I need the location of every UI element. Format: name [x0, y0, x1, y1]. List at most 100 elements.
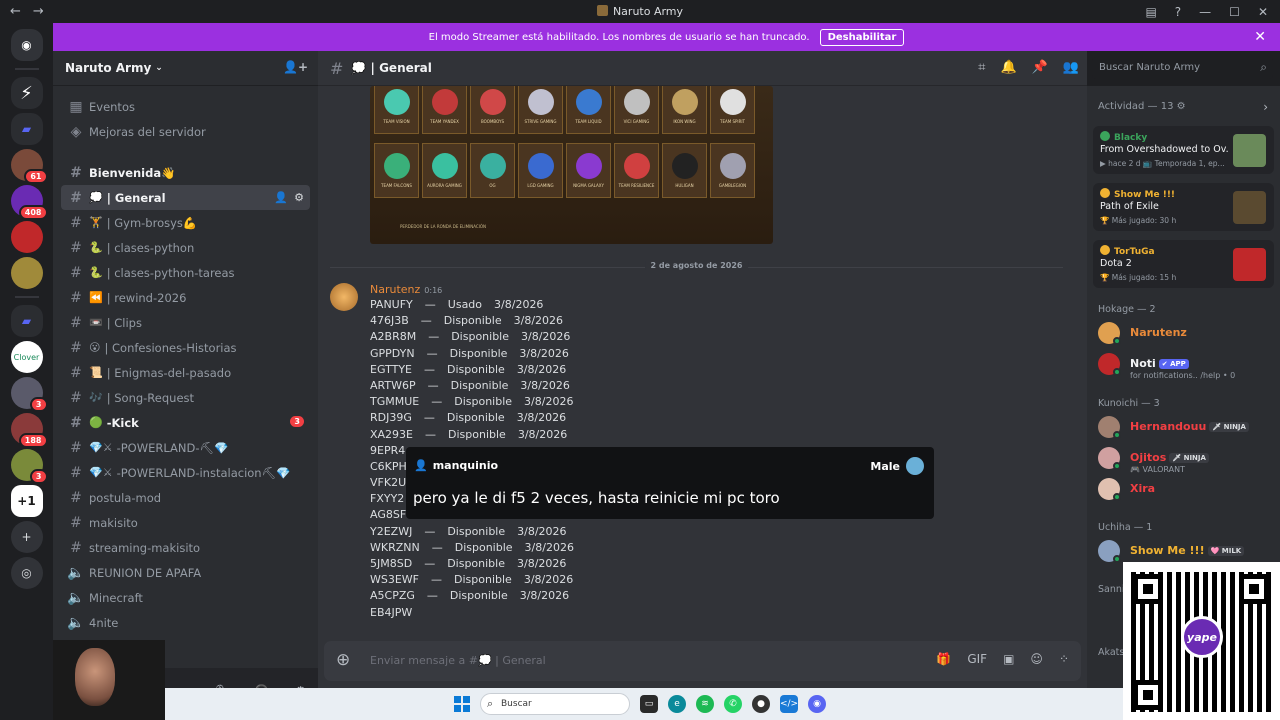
- channel-item[interactable]: # 📼 | Clips: [61, 310, 310, 335]
- channel-item[interactable]: 🔈 Minecraft: [61, 585, 310, 610]
- message-composer[interactable]: ⊕ Enviar mensaje a #💭 | General 🎁 GIF ▣ …: [324, 641, 1081, 681]
- member-item[interactable]: Xira: [1098, 478, 1273, 504]
- channel-label: | Clips: [106, 315, 142, 330]
- server-icon-lightning[interactable]: ⚡: [10, 77, 43, 109]
- channel-item[interactable]: # makisito: [61, 510, 310, 535]
- disable-streamer-button[interactable]: Deshabilitar: [819, 28, 905, 46]
- activity-card[interactable]: Show Me !!! Path of Exile 🏆 Más jugado: 30…: [1093, 183, 1274, 231]
- hashtag-icon: #: [70, 439, 82, 456]
- channel-item[interactable]: # 🐍 | clases-python: [61, 235, 310, 260]
- member-item[interactable]: Ojitos 🗡 NINJA 🎮 VALORANT: [1098, 447, 1273, 474]
- folder-icon[interactable]: ▰: [10, 305, 43, 337]
- member-item[interactable]: Noti ✔ APP for notifications.. /help • 0: [1098, 353, 1273, 380]
- channel-label: | clases-python-tareas: [106, 265, 235, 280]
- discord-taskbar-icon[interactable]: ◉: [808, 695, 826, 713]
- whatsapp-icon[interactable]: ✆: [724, 695, 742, 713]
- apps-icon[interactable]: ⁘: [1059, 652, 1069, 666]
- inbox-icon[interactable]: ▤: [1145, 5, 1156, 19]
- maximize-button[interactable]: ☐: [1229, 5, 1240, 19]
- invite-icon[interactable]: 👤: [274, 191, 288, 204]
- banner-close-icon[interactable]: ✕: [1254, 29, 1266, 45]
- server-icon-5[interactable]: 3: [10, 377, 48, 412]
- channel-item[interactable]: # 🐍 | clases-python-tareas: [61, 260, 310, 285]
- channel-item[interactable]: 🔈 REUNION DE APAFA: [61, 560, 310, 585]
- member-item[interactable]: Hernandouu 🗡 NINJA: [1098, 416, 1273, 442]
- activity-card[interactable]: Blacky From Overshadowed to Ov... ▶ hace 2…: [1093, 126, 1274, 174]
- pin-icon[interactable]: 📌: [1032, 60, 1048, 75]
- channel-server-boosts[interactable]: ◈ Mejoras del servidor: [61, 119, 310, 144]
- minimize-button[interactable]: —: [1199, 5, 1211, 19]
- channel-item[interactable]: # 🏋 | Gym-brosys💪: [61, 210, 310, 235]
- channel-emoji: 🐍: [89, 241, 103, 254]
- server-icon-7[interactable]: 3: [10, 449, 48, 484]
- channel-item[interactable]: # ⏪ | rewind-2026: [61, 285, 310, 310]
- code-status: Disponible: [447, 524, 506, 538]
- member-tag: 🩷 MILK: [1207, 546, 1245, 556]
- server-header[interactable]: Naruto Army ⌄ 👤+: [53, 51, 318, 86]
- server-icon-6[interactable]: 188: [10, 413, 48, 448]
- server-icon-2[interactable]: 408: [10, 185, 48, 220]
- spotify-icon[interactable]: ≋: [696, 695, 714, 713]
- forward-arrow-icon[interactable]: →: [33, 4, 44, 19]
- server-icon-4[interactable]: [10, 257, 43, 289]
- server-icon-1[interactable]: 61: [10, 149, 48, 184]
- calendar-icon: ▦: [69, 98, 83, 115]
- server-icon-clover[interactable]: Clover: [10, 341, 43, 373]
- edge-icon[interactable]: e: [668, 695, 686, 713]
- add-server-icon[interactable]: +: [10, 521, 43, 553]
- sticker-icon[interactable]: ▣: [1003, 652, 1014, 666]
- channel-item[interactable]: # 📜 | Enigmas-del-pasado: [61, 360, 310, 385]
- attach-plus-icon[interactable]: ⊕: [336, 650, 350, 670]
- notification-bell-icon[interactable]: 🔔: [1000, 60, 1016, 75]
- code-date: 3/8/2026: [521, 330, 571, 344]
- message-author[interactable]: Narutenz: [370, 283, 420, 296]
- channel-item[interactable]: # streaming-makisito: [61, 535, 310, 560]
- channel-item[interactable]: # postula-mod: [61, 485, 310, 510]
- obs-icon[interactable]: ●: [752, 695, 770, 713]
- back-arrow-icon[interactable]: ←: [10, 4, 21, 19]
- boost-icon: ◈: [70, 123, 82, 140]
- channel-item[interactable]: # 😮 | Confesiones-Historias: [61, 335, 310, 360]
- invite-people-icon[interactable]: 👤+: [283, 60, 308, 74]
- channel-item[interactable]: # 🎶 | Song-Request: [61, 385, 310, 410]
- close-button[interactable]: ✕: [1258, 5, 1268, 19]
- file-explorer-icon[interactable]: ▭: [640, 695, 658, 713]
- channel-label: postula-mod: [89, 490, 162, 505]
- online-status-icon: [1113, 337, 1121, 345]
- discord-home-icon[interactable]: ◉: [10, 29, 43, 61]
- channel-events[interactable]: ▦ Eventos: [61, 94, 310, 119]
- threads-icon[interactable]: ⌗: [978, 60, 985, 75]
- chat-area: # 💭 | General ⌗ 🔔 📌 👥 PERDEDOR DE LA RON…: [318, 51, 1087, 720]
- gif-icon[interactable]: GIF: [967, 652, 987, 666]
- discover-icon[interactable]: ◎: [10, 557, 43, 589]
- tournament-image[interactable]: PERDEDOR DE LA RONDA DE ELIMINACIÓN TEAM…: [370, 86, 773, 244]
- member-item[interactable]: Narutenz: [1098, 322, 1273, 348]
- channel-item[interactable]: # Bienvenida👋: [61, 160, 310, 185]
- server-icon-3[interactable]: [10, 221, 43, 253]
- avatar[interactable]: [330, 283, 358, 311]
- emoji-icon[interactable]: ☺: [1030, 652, 1043, 666]
- channel-item[interactable]: 🔈 4nite: [61, 610, 310, 635]
- hashtag-icon: #: [70, 339, 82, 356]
- channel-settings-icon[interactable]: ⚙: [294, 191, 304, 204]
- channel-item[interactable]: # 💎⚔ -POWERLAND-instalacion⛏💎: [61, 460, 310, 485]
- channel-title: 💭 | General: [351, 61, 432, 75]
- vscode-icon[interactable]: </>: [780, 695, 798, 713]
- channel-item[interactable]: # 💎⚔ -POWERLAND-⛏💎: [61, 435, 310, 460]
- activity-card[interactable]: TorTuGa Dota 2 🏆 Más jugado: 15 h: [1093, 240, 1274, 288]
- member-name-line: Xira: [1130, 482, 1155, 495]
- folder-icon[interactable]: ▰: [10, 113, 43, 145]
- member-list-icon[interactable]: 👥: [1063, 60, 1079, 75]
- channel-label: | General: [106, 190, 166, 205]
- windows-start-icon[interactable]: [454, 696, 470, 712]
- taskbar-search[interactable]: ⌕ Buscar: [480, 693, 630, 715]
- chevron-right-icon[interactable]: ›: [1263, 100, 1268, 114]
- server-icon-plus-one[interactable]: +1: [10, 485, 43, 517]
- channel-item[interactable]: # 🟢 -Kick 3: [61, 410, 310, 435]
- help-icon[interactable]: ?: [1175, 5, 1181, 19]
- channel-label: -Kick: [106, 415, 139, 430]
- gift-icon[interactable]: 🎁: [936, 652, 951, 666]
- channel-item[interactable]: # 💭 | General 👤 ⚙: [61, 185, 310, 210]
- code-value: A5CPZG: [370, 589, 415, 603]
- search-input[interactable]: Buscar Naruto Army ⌕: [1092, 57, 1273, 79]
